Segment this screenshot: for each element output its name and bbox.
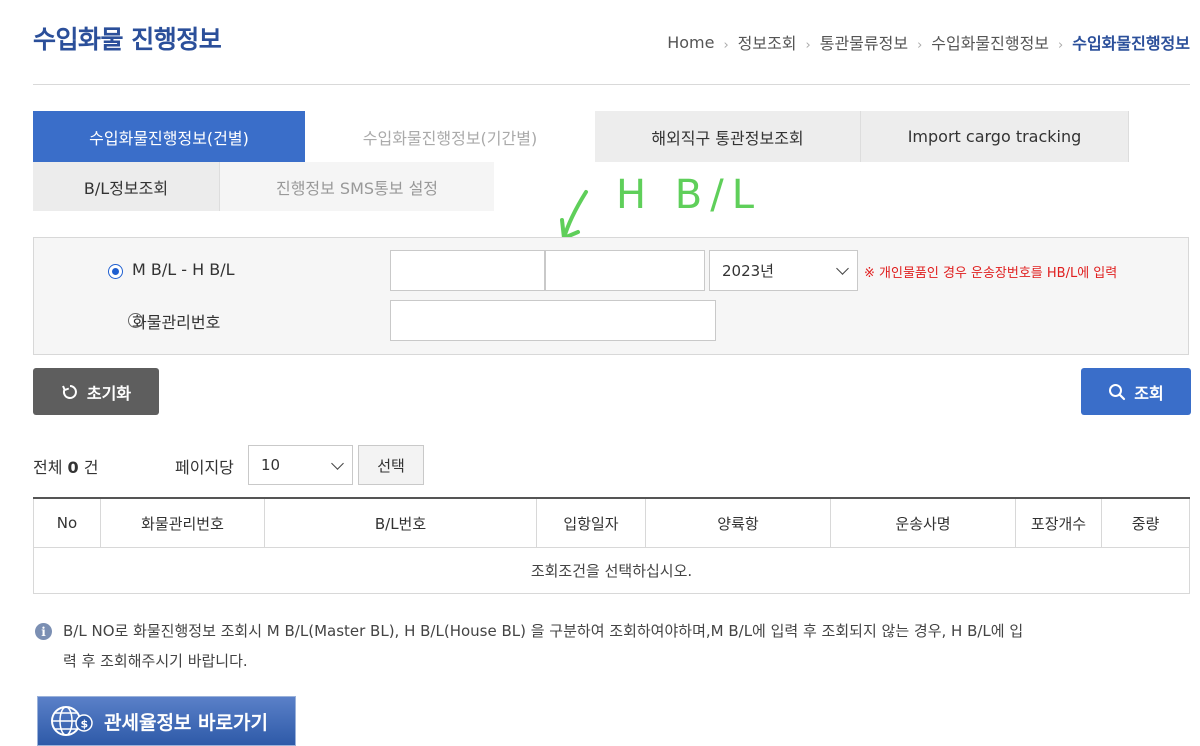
chevron-down-icon bbox=[836, 262, 849, 275]
column-bl-number: B/L번호 bbox=[264, 497, 537, 548]
annotation-label: H B/L bbox=[616, 172, 762, 218]
results-table: No 화물관리번호 B/L번호 입항일자 양륙항 운송사명 포장개수 중량 조회… bbox=[33, 497, 1190, 594]
tariff-info-shortcut[interactable]: $ 관세율정보 바로가기 bbox=[37, 696, 296, 746]
column-unloading-port: 양륙항 bbox=[645, 497, 831, 548]
per-page-select[interactable]: 10 bbox=[248, 445, 353, 485]
cargo-number-input[interactable] bbox=[390, 300, 716, 341]
annotation-arrow-shaft bbox=[562, 190, 588, 240]
per-page-label: 페이지당 bbox=[175, 458, 234, 477]
globe-currency-icon: $ bbox=[51, 706, 93, 736]
radio-cargo-label: 화물관리번호 bbox=[132, 313, 221, 332]
chevron-down-icon bbox=[331, 456, 344, 470]
page-title: 수입화물 진행정보 bbox=[33, 25, 222, 54]
reset-button[interactable]: 초기화 bbox=[33, 368, 159, 415]
info-line-2: 력 후 조회해주시기 바랍니다. bbox=[63, 652, 248, 670]
reset-button-label: 초기화 bbox=[86, 383, 132, 403]
table-row: 조회조건을 선택하십시오. bbox=[33, 547, 1190, 594]
column-package-count: 포장개수 bbox=[1015, 497, 1102, 548]
mbl-input[interactable] bbox=[390, 250, 545, 291]
column-cargo-number: 화물관리번호 bbox=[100, 497, 265, 548]
year-select[interactable]: 2023년 bbox=[709, 250, 858, 291]
title-divider bbox=[33, 84, 1190, 85]
breadcrumb-home[interactable]: Home bbox=[667, 33, 714, 52]
total-count: 전체 0 건 bbox=[33, 454, 99, 478]
total-prefix: 전체 bbox=[33, 458, 63, 477]
chevron-right-icon: › bbox=[1058, 37, 1064, 53]
tariff-info-label: 관세율정보 바로가기 bbox=[104, 711, 268, 734]
breadcrumb: Home › 정보조회 › 통관물류정보 › 수입화물진행정보 › 수입화물진행… bbox=[667, 30, 1190, 54]
hbl-note: ※ 개인물품인 경우 운송장번호를 HB/L에 입력 bbox=[864, 266, 1118, 281]
total-suffix: 건 bbox=[83, 458, 99, 477]
svg-text:$: $ bbox=[81, 718, 89, 731]
hbl-input[interactable] bbox=[545, 250, 705, 291]
radio-bl[interactable] bbox=[108, 264, 123, 279]
info-text: B/L NO로 화물진행정보 조회시 M B/L(Master BL), H B… bbox=[63, 616, 1193, 676]
subtab-bl-info[interactable]: B/L정보조회 bbox=[33, 162, 220, 211]
year-select-value: 2023년 bbox=[722, 262, 774, 280]
column-carrier: 운송사명 bbox=[830, 497, 1016, 548]
breadcrumb-import-cargo[interactable]: 수입화물진행정보 bbox=[931, 30, 1049, 54]
table-header-row: No 화물관리번호 B/L번호 입항일자 양륙항 운송사명 포장개수 중량 bbox=[33, 497, 1190, 548]
refresh-icon bbox=[61, 384, 77, 399]
chevron-right-icon: › bbox=[917, 37, 923, 53]
info-line-1: B/L NO로 화물진행정보 조회시 M B/L(Master BL), H B… bbox=[63, 622, 1024, 640]
tab-overseas-direct[interactable]: 해외직구 통관정보조회 bbox=[595, 111, 861, 162]
search-button[interactable]: 조회 bbox=[1081, 368, 1191, 415]
tab-per-case[interactable]: 수입화물진행정보(건별) bbox=[33, 111, 305, 162]
per-page-value: 10 bbox=[261, 456, 281, 474]
breadcrumb-customs-logistics[interactable]: 통관물류정보 bbox=[820, 30, 908, 54]
tab-import-cargo-tracking[interactable]: Import cargo tracking bbox=[861, 111, 1129, 162]
chevron-right-icon: › bbox=[723, 37, 729, 53]
choose-button[interactable]: 선택 bbox=[358, 445, 424, 485]
column-weight: 중량 bbox=[1101, 497, 1190, 548]
empty-message: 조회조건을 선택하십시오. bbox=[33, 547, 1190, 594]
total-number: 0 bbox=[67, 458, 79, 477]
column-no: No bbox=[33, 497, 101, 548]
column-arrival-date: 입항일자 bbox=[536, 497, 646, 548]
radio-bl-label: M B/L - H B/L bbox=[132, 260, 235, 279]
search-button-label: 조회 bbox=[1134, 383, 1164, 403]
breadcrumb-info-inquiry[interactable]: 정보조회 bbox=[738, 30, 797, 54]
breadcrumb-current: 수입화물진행정보 bbox=[1072, 34, 1190, 53]
chevron-right-icon: › bbox=[805, 37, 811, 53]
tab-by-period[interactable]: 수입화물진행정보(기간별) bbox=[305, 111, 595, 162]
search-icon bbox=[1109, 383, 1126, 400]
info-icon: i bbox=[35, 623, 52, 640]
subtab-sms-setting[interactable]: 진행정보 SMS통보 설정 bbox=[220, 162, 494, 211]
